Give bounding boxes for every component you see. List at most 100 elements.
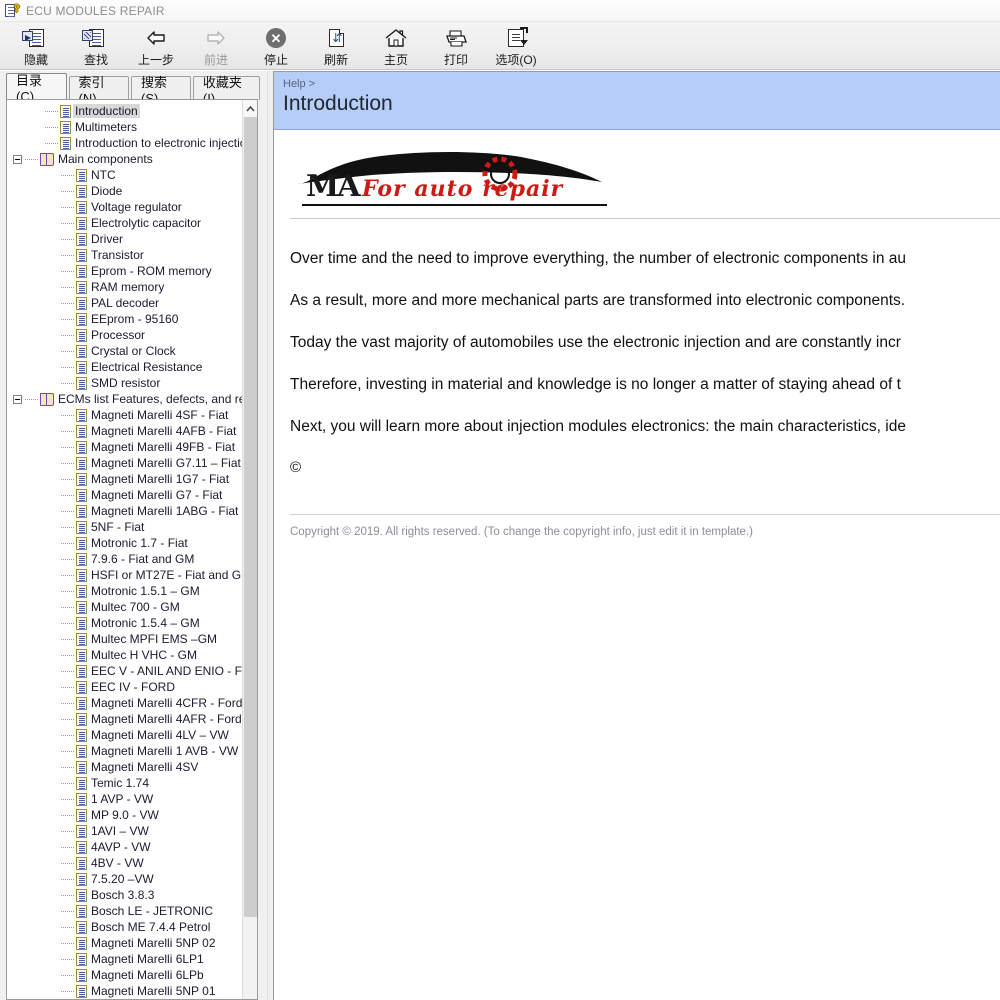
toc-item-label: Introduction to electronic injection <box>75 136 243 150</box>
page-icon <box>60 137 71 150</box>
toc-item[interactable]: Introduction to electronic injection <box>7 135 243 151</box>
toolbar-button-print[interactable]: 打印 <box>426 24 486 68</box>
toc-item[interactable]: EEprom - 95160 <box>7 311 243 327</box>
toc-item[interactable]: Magneti Marelli 1G7 - Fiat <box>7 471 243 487</box>
toc-item[interactable]: Introduction <box>7 103 243 119</box>
toc-item[interactable]: EEC IV - FORD <box>7 679 243 695</box>
toc-item[interactable]: Motronic 1.5.1 – GM <box>7 583 243 599</box>
toc-connector <box>61 591 74 592</box>
page-icon <box>76 313 87 326</box>
toc-item[interactable]: Magneti Marelli 6LPb <box>7 967 243 983</box>
toc-item[interactable]: Bosch ME 7.4.4 Petrol <box>7 919 243 935</box>
toolbar-button-hide[interactable]: 隐藏 <box>6 24 66 68</box>
toc-connector <box>61 223 74 224</box>
toolbar-button-forward[interactable]: 前进 <box>186 24 246 68</box>
page-icon <box>76 697 87 710</box>
toc-item[interactable]: Motronic 1.5.4 – GM <box>7 615 243 631</box>
toc-item[interactable]: Magneti Marelli 4SV <box>7 759 243 775</box>
toc-item[interactable]: Magneti Marelli 4AFR - Ford <box>7 711 243 727</box>
toc-item-label: Transistor <box>91 248 144 262</box>
toc-item[interactable]: Magneti Marelli G7.11 – Fiat <box>7 455 243 471</box>
toc-item[interactable]: Bosch LE - JETRONIC <box>7 903 243 919</box>
toc-connector <box>61 719 74 720</box>
toc-item[interactable]: Magneti Marelli 5NP 01 <box>7 983 243 999</box>
toc-item[interactable]: Motronic 1.7 - Fiat <box>7 535 243 551</box>
toc-item-label: MP 9.0 - VW <box>91 808 159 822</box>
toc-item[interactable]: Multimeters <box>7 119 243 135</box>
toc-item-label: PAL decoder <box>91 296 159 310</box>
toc-item[interactable]: RAM memory <box>7 279 243 295</box>
toc-item[interactable]: Magneti Marelli 4SF - Fiat <box>7 407 243 423</box>
toc-item[interactable]: ECMs list Features, defects, and repair <box>7 391 243 407</box>
toc-item[interactable]: Magneti Marelli 6LP1 <box>7 951 243 967</box>
book-icon <box>40 153 54 166</box>
toc-item[interactable]: Magneti Marelli 1ABG - Fiat <box>7 503 243 519</box>
toc-item[interactable]: Main components <box>7 151 243 167</box>
tab-contents[interactable]: 目录(C) <box>6 73 67 100</box>
toc-item[interactable]: 4BV - VW <box>7 855 243 871</box>
toc-item[interactable]: Magneti Marelli G7 - Fiat <box>7 487 243 503</box>
toc-item[interactable]: Magneti Marelli 1 AVB - VW <box>7 743 243 759</box>
toc-scrollbar[interactable] <box>242 100 257 999</box>
toc-item[interactable]: Temic 1.74 <box>7 775 243 791</box>
toc-expander-icon[interactable] <box>13 155 22 164</box>
toolbar-button-options[interactable]: 选项(O) <box>486 24 546 68</box>
toc-item-label: Multec MPFI EMS –GM <box>91 632 217 646</box>
toc-item-label: Multec 700 - GM <box>91 600 180 614</box>
toc-item[interactable]: Electrical Resistance <box>7 359 243 375</box>
toc-item[interactable]: NTC <box>7 167 243 183</box>
main-body: 目录(C) 索引(N) 搜索(S) 收藏夹(I) IntroductionMul… <box>0 71 1000 1000</box>
toc-item[interactable]: Multec H VHC - GM <box>7 647 243 663</box>
toc-item[interactable]: Crystal or Clock <box>7 343 243 359</box>
page-icon <box>76 377 87 390</box>
toc-connector <box>61 975 74 976</box>
tab-search[interactable]: 搜索(S) <box>131 76 191 100</box>
toolbar-button-back[interactable]: 上一步 <box>126 24 186 68</box>
toc-connector <box>61 239 74 240</box>
toc-item[interactable]: 5NF - Fiat <box>7 519 243 535</box>
toc-item[interactable]: Eprom - ROM memory <box>7 263 243 279</box>
pane-splitter[interactable] <box>262 71 273 1000</box>
toolbar-button-stop[interactable]: ✕ 停止 <box>246 24 306 68</box>
toc-item-label: Magneti Marelli 4CFR - Ford <box>91 696 242 710</box>
copyright-symbol: © <box>290 459 1000 476</box>
toc-item[interactable]: SMD resistor <box>7 375 243 391</box>
tab-index[interactable]: 索引(N) <box>69 76 130 100</box>
scrollbar-thumb[interactable] <box>244 117 257 917</box>
toc-item-label: Magneti Marelli 1 AVB - VW <box>91 744 238 758</box>
toc-item[interactable]: 1AVI – VW <box>7 823 243 839</box>
toc-item[interactable]: Magneti Marelli 4AFB - Fiat <box>7 423 243 439</box>
toc-item-label: Temic 1.74 <box>91 776 149 790</box>
toc-item[interactable]: Magneti Marelli 4CFR - Ford <box>7 695 243 711</box>
toc-connector <box>45 111 58 112</box>
toc-item[interactable]: Magneti Marelli 49FB - Fiat <box>7 439 243 455</box>
toc-item[interactable]: Magneti Marelli 4LV – VW <box>7 727 243 743</box>
toc-item[interactable]: Processor <box>7 327 243 343</box>
toc-item[interactable]: Multec 700 - GM <box>7 599 243 615</box>
toc-item[interactable]: 1 AVP - VW <box>7 791 243 807</box>
toc-item[interactable]: HSFI or MT27E - Fiat and GM <box>7 567 243 583</box>
page-icon <box>76 649 87 662</box>
toc-item[interactable]: Electrolytic capacitor <box>7 215 243 231</box>
toc-item[interactable]: Multec MPFI EMS –GM <box>7 631 243 647</box>
toc-item[interactable]: Transistor <box>7 247 243 263</box>
toolbar-button-refresh[interactable]: ⇵ 刷新 <box>306 24 366 68</box>
toc-item[interactable]: Bosch 3.8.3 <box>7 887 243 903</box>
scroll-up-icon[interactable] <box>243 100 258 117</box>
toc-item[interactable]: 7.5.20 –VW <box>7 871 243 887</box>
toc-item[interactable]: 4AVP - VW <box>7 839 243 855</box>
toc-item[interactable]: PAL decoder <box>7 295 243 311</box>
toc-item[interactable]: EEC V - ANIL AND ENIO - FORD <box>7 663 243 679</box>
toolbar-button-find[interactable]: 查找 <box>66 24 126 68</box>
toc-item[interactable]: Voltage regulator <box>7 199 243 215</box>
toc-item[interactable]: 7.9.6 - Fiat and GM <box>7 551 243 567</box>
splitter-grip <box>266 71 268 1000</box>
toc-item[interactable]: Diode <box>7 183 243 199</box>
toc-item[interactable]: Driver <box>7 231 243 247</box>
tab-favorites[interactable]: 收藏夹(I) <box>193 76 260 100</box>
toc-item[interactable]: MP 9.0 - VW <box>7 807 243 823</box>
toc-expander-icon[interactable] <box>13 395 22 404</box>
toc-item[interactable]: Magneti Marelli 5NP 02 <box>7 935 243 951</box>
toolbar-button-home[interactable]: 主页 <box>366 24 426 68</box>
breadcrumb[interactable]: Help > <box>283 78 1000 90</box>
